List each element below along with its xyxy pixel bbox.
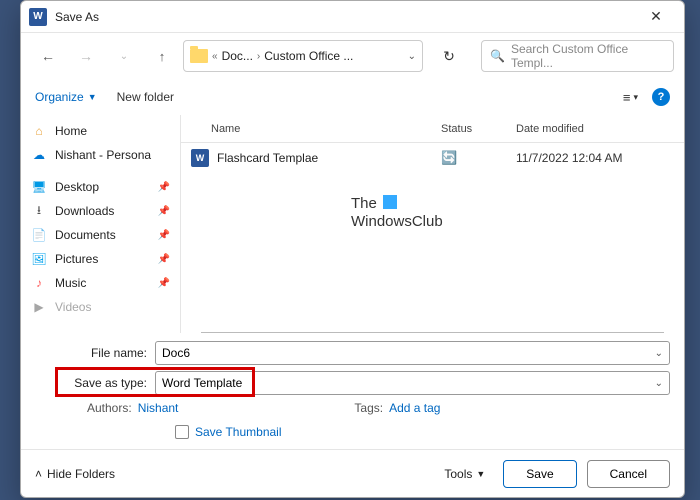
form-area: File name: Doc6 ⌄ Save as type: Word Tem…	[21, 333, 684, 449]
sidebar-label: Pictures	[55, 252, 98, 266]
view-mode-button[interactable]: ≡ ▾	[623, 90, 638, 105]
sidebar-item-desktop[interactable]: 🖥 Desktop 📌	[21, 175, 180, 199]
sidebar-item-home[interactable]: ⌂ Home	[21, 119, 180, 143]
pin-icon: 📌	[158, 254, 170, 265]
pin-icon: 📌	[158, 278, 170, 289]
file-date: 11/7/2022 12:04 AM	[516, 151, 684, 165]
chevron-left-icon: «	[212, 51, 218, 62]
breadcrumb-seg2[interactable]: Custom Office ...	[264, 49, 353, 63]
filename-value: Doc6	[162, 346, 190, 360]
close-button[interactable]: ✕	[636, 2, 676, 32]
footer: ˄ Hide Folders Tools ▼ Save Cancel	[21, 449, 684, 497]
tools-button[interactable]: Tools ▼	[444, 467, 485, 481]
save-thumbnail-label[interactable]: Save Thumbnail	[195, 425, 282, 439]
chevron-down-icon[interactable]: ⌄	[655, 378, 663, 389]
hide-folders-label: Hide Folders	[47, 467, 115, 481]
authors-value[interactable]: Nishant	[138, 401, 179, 415]
watermark: The WindowsClub	[351, 195, 443, 231]
sidebar-label: Videos	[55, 300, 91, 314]
search-icon: 🔍	[490, 49, 505, 63]
column-date[interactable]: Date modified	[516, 123, 684, 135]
sidebar-label: Desktop	[55, 180, 99, 194]
cloud-icon: ☁	[31, 147, 47, 163]
chevron-right-icon: ›	[257, 51, 260, 62]
sidebar-item-videos[interactable]: ▶ Videos	[21, 295, 180, 319]
video-icon: ▶	[31, 299, 47, 315]
up-button[interactable]: ↑	[145, 41, 179, 71]
column-name[interactable]: Name	[211, 123, 441, 135]
save-button[interactable]: Save	[503, 460, 576, 488]
sidebar-item-pictures[interactable]: 🖼 Pictures 📌	[21, 247, 180, 271]
pin-icon: 📌	[158, 182, 170, 193]
dropdown-icon: ▾	[633, 92, 638, 103]
home-icon: ⌂	[31, 123, 47, 139]
breadcrumb-dropdown-icon[interactable]: ⌄	[408, 51, 416, 62]
nav-bar: ← → ⌄ ↑ « Doc... › Custom Office ... ⌄ ↻…	[21, 33, 684, 79]
save-as-dialog: W Save As ✕ ← → ⌄ ↑ « Doc... › Custom Of…	[20, 0, 685, 498]
sync-icon: 🔄	[441, 150, 516, 166]
save-thumbnail-checkbox[interactable]	[175, 425, 189, 439]
word-file-icon: W	[191, 149, 209, 167]
word-app-icon: W	[29, 8, 47, 26]
sidebar-label: Nishant - Persona	[55, 148, 151, 162]
window-title: Save As	[55, 10, 636, 24]
refresh-button[interactable]: ↻	[433, 41, 465, 71]
new-folder-button[interactable]: New folder	[117, 90, 174, 104]
dropdown-icon: ▼	[88, 92, 97, 102]
sidebar-item-onedrive[interactable]: ☁ Nishant - Persona	[21, 143, 180, 167]
filetype-label: Save as type:	[35, 376, 155, 390]
authors-label: Authors:	[87, 401, 132, 415]
document-icon: 📄	[31, 227, 47, 243]
file-row[interactable]: W Flashcard Templae 🔄 11/7/2022 12:04 AM	[181, 143, 684, 173]
filetype-select[interactable]: Word Template ⌄	[155, 371, 670, 395]
filename-input[interactable]: Doc6 ⌄	[155, 341, 670, 365]
search-placeholder: Search Custom Office Templ...	[511, 42, 665, 70]
help-button[interactable]: ?	[652, 88, 670, 106]
breadcrumb[interactable]: « Doc... › Custom Office ... ⌄	[183, 40, 423, 72]
music-icon: ♪	[31, 275, 47, 291]
hide-folders-button[interactable]: ˄ Hide Folders	[35, 467, 115, 481]
sidebar-item-documents[interactable]: 📄 Documents 📌	[21, 223, 180, 247]
chevron-down-icon[interactable]: ⌄	[655, 348, 663, 359]
pin-icon: 📌	[158, 206, 170, 217]
recent-dropdown-icon[interactable]: ⌄	[107, 41, 141, 71]
search-input[interactable]: 🔍 Search Custom Office Templ...	[481, 40, 674, 72]
desktop-icon: 🖥	[31, 179, 47, 195]
sidebar: ⌂ Home ☁ Nishant - Persona 🖥 Desktop 📌 ⭳ Down…	[21, 115, 181, 333]
pin-icon: 📌	[158, 230, 170, 241]
tags-value[interactable]: Add a tag	[389, 401, 440, 415]
forward-button[interactable]: →	[69, 41, 103, 71]
cancel-button[interactable]: Cancel	[587, 460, 670, 488]
list-icon: ≡	[623, 90, 631, 105]
filename-label: File name:	[35, 346, 155, 360]
tools-label: Tools	[444, 467, 472, 481]
file-name: Flashcard Templae	[217, 151, 441, 165]
filetype-value: Word Template	[162, 376, 242, 390]
sidebar-label: Home	[55, 124, 87, 138]
sidebar-label: Downloads	[55, 204, 114, 218]
sidebar-label: Music	[55, 276, 86, 290]
titlebar: W Save As ✕	[21, 1, 684, 33]
column-status[interactable]: Status	[441, 123, 516, 135]
organize-button[interactable]: Organize ▼	[35, 90, 97, 104]
chevron-up-icon: ˄	[35, 467, 42, 481]
watermark-line2: WindowsClub	[351, 213, 443, 230]
pictures-icon: 🖼	[31, 251, 47, 267]
column-headers: Name Status Date modified	[181, 115, 684, 143]
tags-label: Tags:	[354, 401, 383, 415]
sidebar-label: Documents	[55, 228, 116, 242]
watermark-line1: The	[351, 195, 377, 212]
watermark-square-icon	[383, 195, 397, 209]
file-list-pane: Name Status Date modified W Flashcard Te…	[181, 115, 684, 333]
breadcrumb-seg1[interactable]: Doc...	[222, 49, 253, 63]
toolbar: Organize ▼ New folder ≡ ▾ ?	[21, 79, 684, 115]
organize-label: Organize	[35, 90, 84, 104]
back-button[interactable]: ←	[31, 41, 65, 71]
download-icon: ⭳	[31, 203, 47, 219]
sidebar-item-downloads[interactable]: ⭳ Downloads 📌	[21, 199, 180, 223]
dropdown-icon: ▼	[476, 469, 485, 479]
sidebar-item-music[interactable]: ♪ Music 📌	[21, 271, 180, 295]
folder-icon	[190, 49, 208, 63]
